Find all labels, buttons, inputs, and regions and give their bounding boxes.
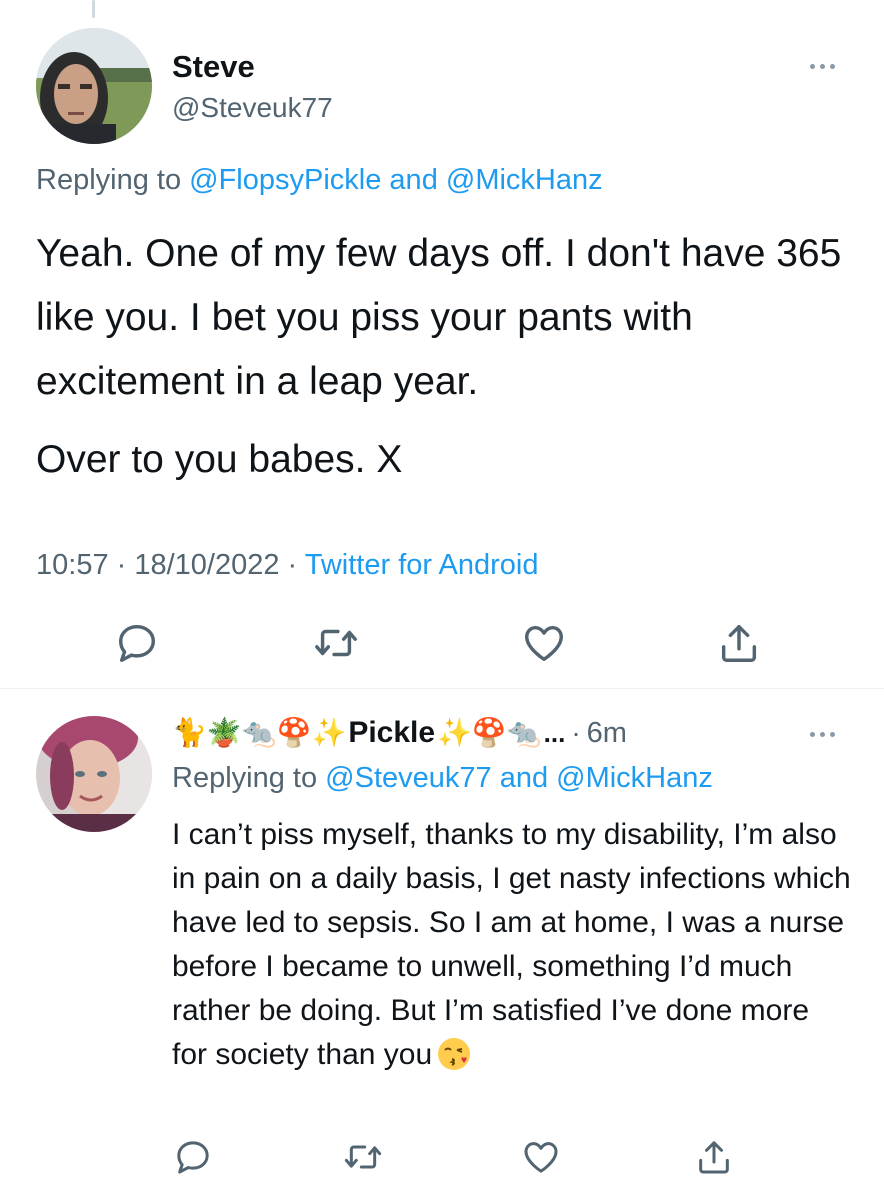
tweet-timestamp[interactable]: 10:57 · 18/10/2022 ·: [36, 549, 305, 581]
replying-to-label: Replying to: [172, 762, 326, 794]
name-truncation: ...: [543, 717, 566, 748]
like-icon[interactable]: [521, 1137, 561, 1177]
author-handle[interactable]: @Steveuk77: [172, 90, 333, 126]
thread-connector-line: [92, 0, 95, 18]
tweet-source-link[interactable]: Twitter for Android: [305, 549, 539, 581]
tweet-text: Yeah. One of my few days off. I don't ha…: [36, 222, 866, 492]
author-name[interactable]: Steve: [172, 48, 255, 86]
reply-icon[interactable]: [114, 620, 160, 666]
more-icon[interactable]: [810, 64, 835, 69]
kissing-face-emoji: [436, 1036, 472, 1072]
mention-link[interactable]: @MickHanz: [556, 762, 713, 794]
separator-dot: ·: [571, 717, 581, 748]
name-emoji-prefix: 🐈🪴🐀🍄✨: [172, 716, 347, 749]
like-icon[interactable]: [521, 620, 567, 666]
replying-to-and: and: [491, 762, 557, 794]
share-icon[interactable]: [694, 1137, 734, 1177]
tweet-text-body: I can’t piss myself, thanks to my disabi…: [172, 818, 851, 1071]
mention-link[interactable]: @FlopsyPickle: [189, 164, 381, 196]
tweet-header: 🐈🪴🐀🍄✨ Pickle ✨🍄🐀 ... · 6m: [172, 712, 627, 754]
tweet-divider: [0, 688, 884, 689]
replying-to-and: and: [381, 164, 446, 196]
retweet-icon[interactable]: [313, 620, 359, 666]
more-icon[interactable]: [810, 732, 835, 737]
tweet-metadata: 10:57 · 18/10/2022 · Twitter for Android: [36, 545, 538, 585]
replying-to: Replying to @FlopsyPickle and @MickHanz: [36, 162, 603, 198]
reply-icon[interactable]: [173, 1137, 213, 1177]
retweet-icon[interactable]: [343, 1137, 383, 1177]
tweet-text: I can’t piss myself, thanks to my disabi…: [172, 813, 852, 1077]
avatar-steve[interactable]: [36, 28, 152, 144]
tweet-text-paragraph: Yeah. One of my few days off. I don't ha…: [36, 232, 842, 403]
replying-to: Replying to @Steveuk77 and @MickHanz: [172, 760, 713, 796]
share-icon[interactable]: [716, 620, 762, 666]
tweet-time[interactable]: 6m: [587, 717, 627, 750]
replying-to-label: Replying to: [36, 164, 190, 196]
avatar-pickle[interactable]: [36, 716, 152, 832]
name-emoji-suffix: ✨🍄🐀: [437, 716, 542, 749]
mention-link[interactable]: @Steveuk77: [325, 762, 491, 794]
mention-link[interactable]: @MickHanz: [446, 164, 603, 196]
tweet-text-paragraph: Over to you babes. X: [36, 438, 403, 481]
author-name[interactable]: Pickle: [348, 716, 435, 750]
